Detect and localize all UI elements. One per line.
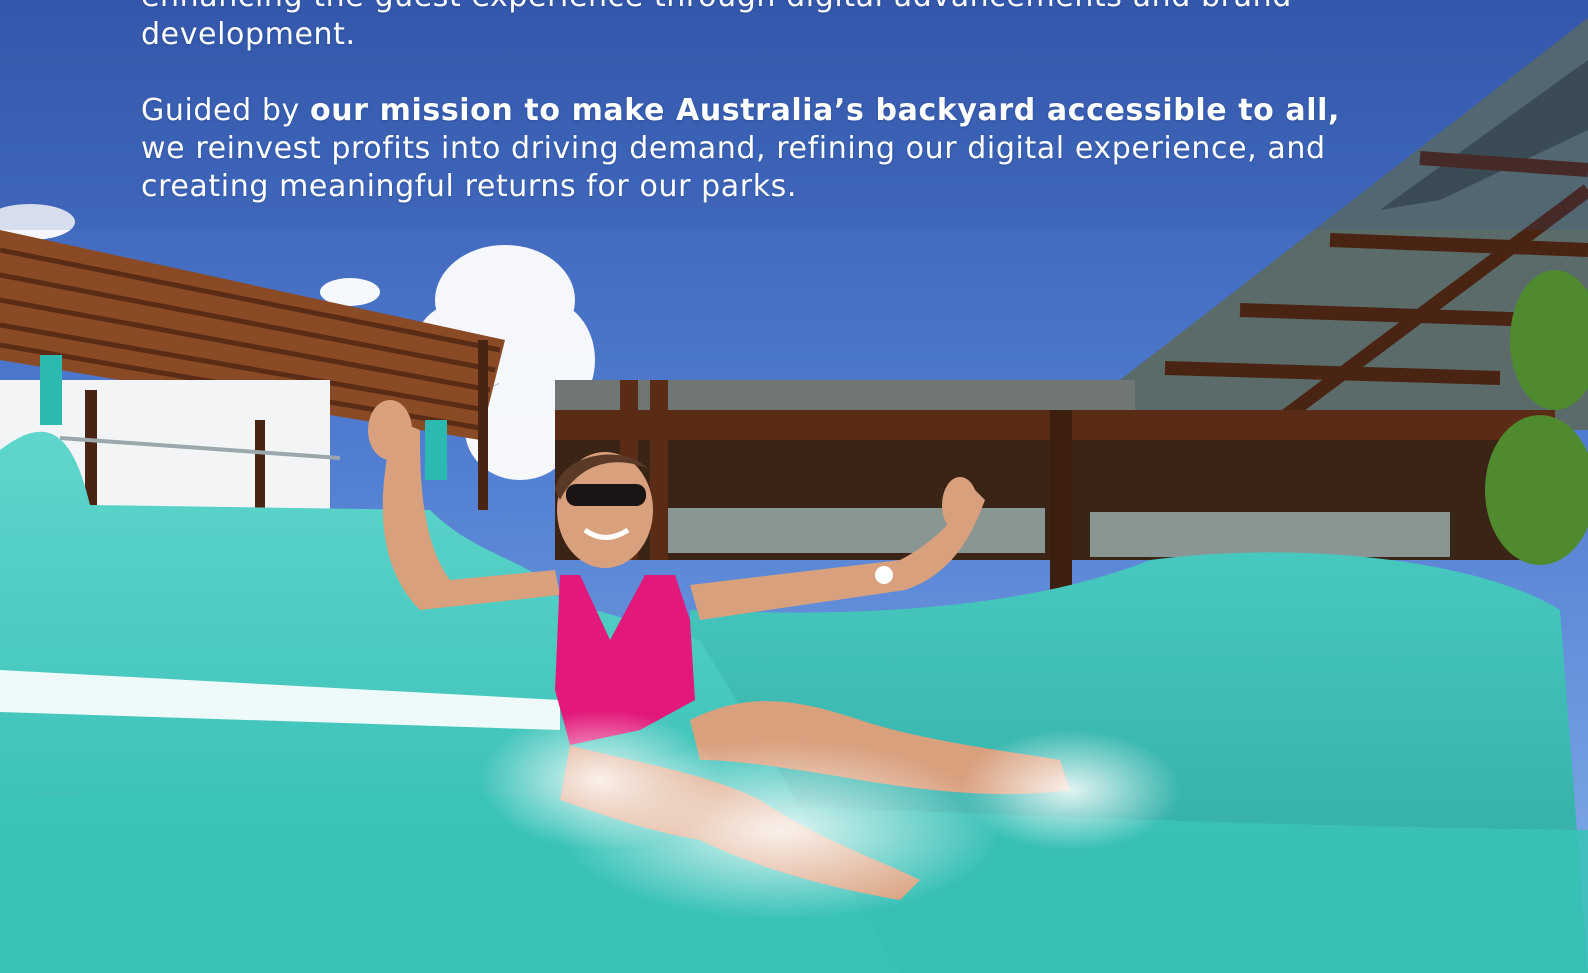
mission-paragraph: Guided by our mission to make Australia’…	[141, 92, 1341, 206]
mission-emphasis: our mission to make Australia’s backyard…	[310, 93, 1340, 128]
intro-paragraph: enhancing the guest experience through d…	[141, 0, 1341, 54]
sunglasses	[566, 484, 646, 506]
mission-lead: Guided by	[141, 93, 311, 128]
intro-line-1: enhancing the guest experience through d…	[141, 0, 1292, 14]
slide-handrail-post	[40, 355, 62, 425]
body-copy: enhancing the guest experience through d…	[141, 0, 1341, 206]
slide-handrail-post	[425, 420, 447, 480]
mission-rest: we reinvest profits into driving demand,…	[141, 131, 1326, 204]
intro-line-2: development.	[141, 17, 356, 52]
